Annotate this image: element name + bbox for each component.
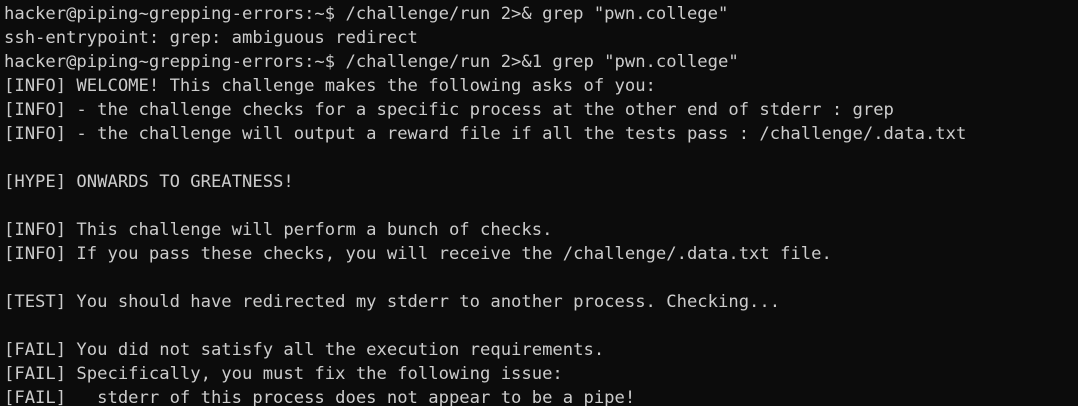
terminal-line-info-reward: [INFO] - the challenge will output a rew… xyxy=(4,124,967,144)
terminal-line-hype: [HYPE] ONWARDS TO GREATNESS! xyxy=(4,172,294,192)
terminal-window[interactable]: hacker@piping~grepping-errors:~$ /challe… xyxy=(0,0,1078,406)
terminal-line-fail-specifically: [FAIL] Specifically, you must fix the fo… xyxy=(4,364,563,384)
terminal-line-blank xyxy=(4,314,966,338)
terminal-line-blank xyxy=(4,194,966,218)
terminal-line-prompt-2: hacker@piping~grepping-errors:~$ /challe… xyxy=(4,52,739,72)
terminal-line-info-process: [INFO] - the challenge checks for a spec… xyxy=(4,100,894,120)
terminal-line-info-checks: [INFO] This challenge will perform a bun… xyxy=(4,220,553,240)
terminal-line-blank xyxy=(4,146,966,170)
terminal-output: hacker@piping~grepping-errors:~$ /challe… xyxy=(4,2,966,406)
terminal-line-prompt-1: hacker@piping~grepping-errors:~$ /challe… xyxy=(4,4,729,24)
terminal-line-test: [TEST] You should have redirected my std… xyxy=(4,292,781,312)
terminal-line-info-receive: [INFO] If you pass these checks, you wil… xyxy=(4,244,832,264)
terminal-line-fail-requirements: [FAIL] You did not satisfy all the execu… xyxy=(4,340,605,360)
terminal-line-info-welcome: [INFO] WELCOME! This challenge makes the… xyxy=(4,76,656,96)
terminal-line-fail-pipe: [FAIL] stderr of this process does not a… xyxy=(4,388,636,406)
terminal-line-blank xyxy=(4,266,966,290)
terminal-line-error: ssh-entrypoint: grep: ambiguous redirect xyxy=(4,28,418,48)
